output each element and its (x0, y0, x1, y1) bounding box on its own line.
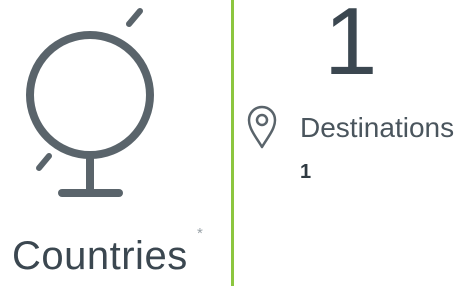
countries-label: Countries (12, 234, 188, 278)
countries-count: 1 (324, 0, 378, 95)
map-pin-icon (247, 105, 277, 149)
destinations-count: 1 (300, 161, 312, 183)
globe-icon (26, 8, 154, 197)
destinations-label: Destinations (300, 112, 455, 143)
destinations-panel: 1 Destinations 1 (234, 0, 466, 286)
countries-panel: Countries * (0, 0, 232, 286)
countries-footnote-marker: * (197, 225, 203, 242)
